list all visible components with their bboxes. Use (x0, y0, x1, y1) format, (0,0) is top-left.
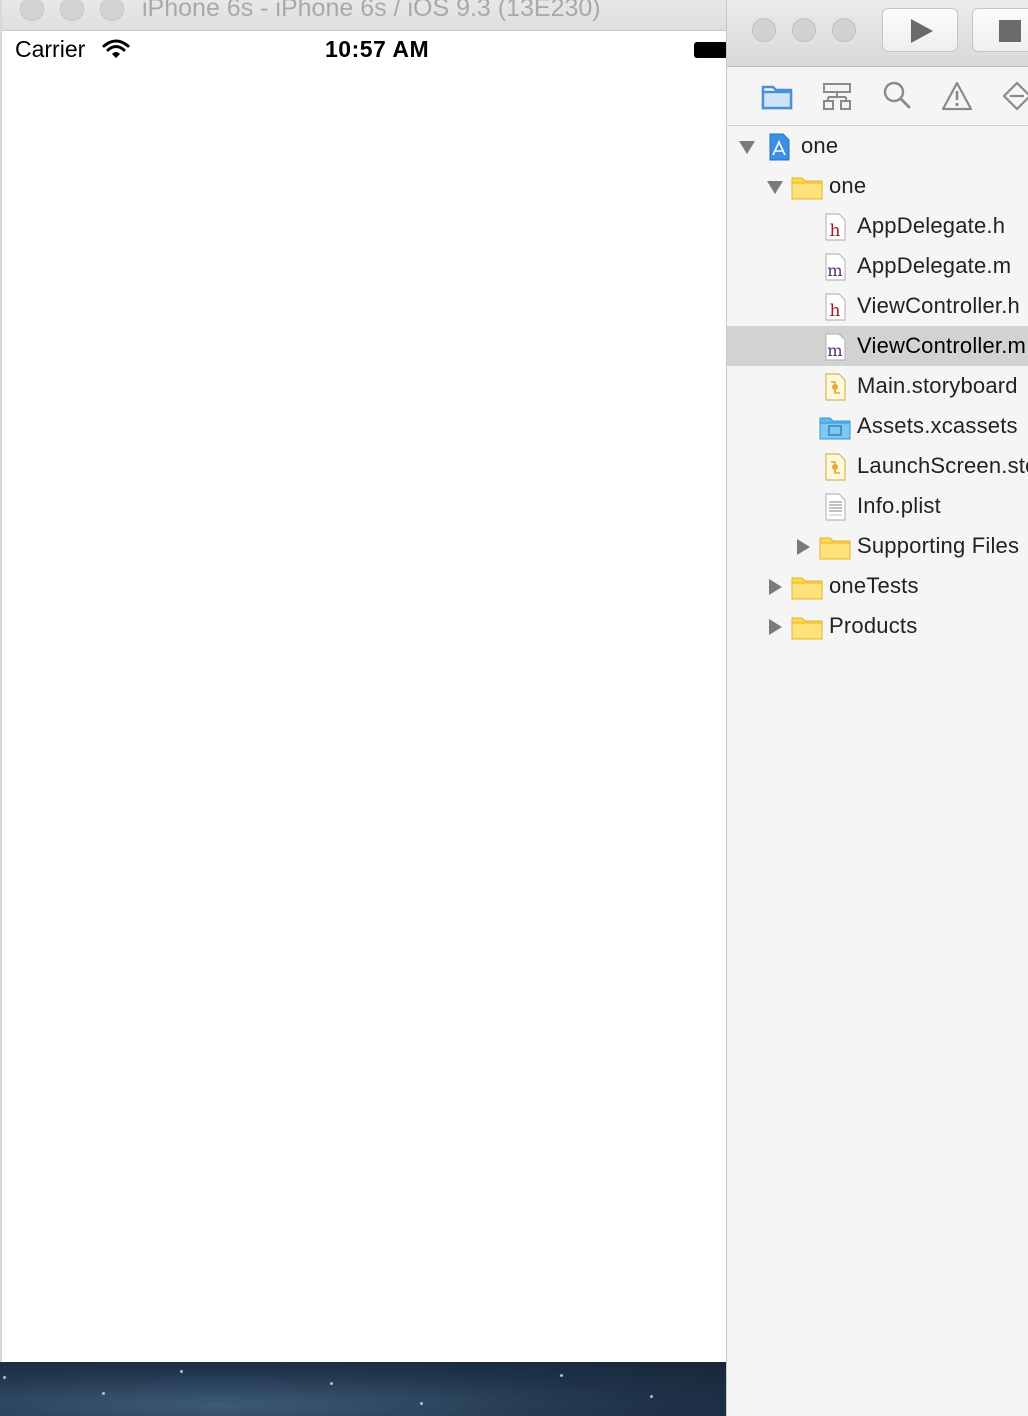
folder-icon (791, 177, 823, 200)
stop-button[interactable] (972, 8, 1028, 52)
xcode-close-button[interactable] (752, 18, 776, 42)
tree-item-label: oneTests (829, 573, 919, 598)
tree-item-label: ViewController.m (857, 333, 1027, 358)
folder-icon (791, 617, 823, 640)
source-file-icon: m (825, 253, 846, 281)
tree-item-label: Assets.xcassets (857, 413, 1018, 438)
play-icon (911, 19, 933, 43)
folder-icon (819, 537, 851, 560)
tree-item-products[interactable]: Products (727, 606, 1028, 646)
simulator-window: iPhone 6s - iPhone 6s / iOS 9.3 (13E230)… (0, 0, 728, 1362)
tree-item-label: ViewController.h (857, 293, 1020, 318)
carrier-label: Carrier (15, 36, 86, 62)
warning-icon[interactable] (940, 79, 974, 113)
xcode-project-icon (769, 133, 790, 161)
tree-item-project-one[interactable]: one (727, 126, 1028, 166)
minimize-window-button[interactable] (60, 0, 84, 21)
tree-item-label: one (829, 173, 867, 198)
disclosure-expanded-icon[interactable] (766, 178, 784, 196)
desktop-wallpaper (0, 1362, 726, 1416)
tree-item-viewcontroller-m[interactable]: m ViewController.m (727, 326, 1028, 366)
plist-file-icon (825, 493, 846, 521)
header-file-icon: h (825, 213, 846, 241)
disclosure-collapsed-icon[interactable] (794, 538, 812, 556)
disclosure-collapsed-icon[interactable] (766, 578, 784, 596)
svg-text:h: h (830, 301, 841, 321)
search-icon[interactable] (880, 79, 914, 113)
tree-item-launchscreen-storyboard[interactable]: LaunchScreen.storyboard (727, 446, 1028, 486)
storyboard-file-icon (825, 453, 846, 481)
folder-icon[interactable] (760, 79, 794, 113)
run-button[interactable] (882, 8, 958, 52)
tree-item-group-one[interactable]: one (727, 166, 1028, 206)
simulator-titlebar: iPhone 6s - iPhone 6s / iOS 9.3 (13E230) (2, 0, 726, 31)
tree-item-label: LaunchScreen.storyboard (857, 453, 1028, 478)
zoom-window-button[interactable] (100, 0, 124, 21)
close-window-button[interactable] (20, 0, 44, 21)
ios-status-bar: Carrier 10:57 AM (2, 30, 728, 70)
storyboard-file-icon (825, 373, 846, 401)
tree-item-appdelegate-m[interactable]: m AppDelegate.m (727, 246, 1028, 286)
tree-item-label: one (801, 133, 839, 158)
tree-item-label: Supporting Files (857, 533, 1020, 558)
tree-item-label: Info.plist (857, 493, 941, 518)
xcode-minimize-button[interactable] (792, 18, 816, 42)
hierarchy-icon[interactable] (820, 79, 854, 113)
source-file-icon: m (825, 333, 846, 361)
svg-text:m: m (827, 261, 842, 280)
tree-item-appdelegate-h[interactable]: h AppDelegate.h (727, 206, 1028, 246)
xcode-window: one one h AppDelegate.h m AppDelegate.m … (726, 0, 1028, 1416)
tree-item-label: AppDelegate.m (857, 253, 1012, 278)
tree-item-label: Products (829, 613, 918, 638)
stop-icon (999, 20, 1021, 42)
svg-text:h: h (830, 221, 841, 241)
xcode-toolbar (727, 0, 1028, 67)
svg-text:m: m (827, 341, 842, 360)
tree-item-supporting-files[interactable]: Supporting Files (727, 526, 1028, 566)
disclosure-expanded-icon[interactable] (738, 138, 756, 156)
battery-icon (694, 42, 728, 58)
asset-catalog-icon (819, 417, 851, 440)
wifi-icon (102, 39, 130, 58)
tree-item-viewcontroller-h[interactable]: h ViewController.h (727, 286, 1028, 326)
navigator-selector-bar (727, 67, 1028, 126)
disclosure-collapsed-icon[interactable] (766, 618, 784, 636)
diamond-icon[interactable] (1000, 79, 1028, 113)
tree-item-label: AppDelegate.h (857, 213, 1006, 238)
header-file-icon: h (825, 293, 846, 321)
xcode-zoom-button[interactable] (832, 18, 856, 42)
tree-item-assets[interactable]: Assets.xcassets (727, 406, 1028, 446)
tree-item-label: Main.storyboard (857, 373, 1018, 398)
folder-icon (791, 577, 823, 600)
simulator-window-title: iPhone 6s - iPhone 6s / iOS 9.3 (13E230) (142, 0, 601, 22)
tree-item-main-storyboard[interactable]: Main.storyboard (727, 366, 1028, 406)
tree-item-info-plist[interactable]: Info.plist (727, 486, 1028, 526)
status-bar-time: 10:57 AM (325, 36, 430, 62)
tree-item-onetests[interactable]: oneTests (727, 566, 1028, 606)
